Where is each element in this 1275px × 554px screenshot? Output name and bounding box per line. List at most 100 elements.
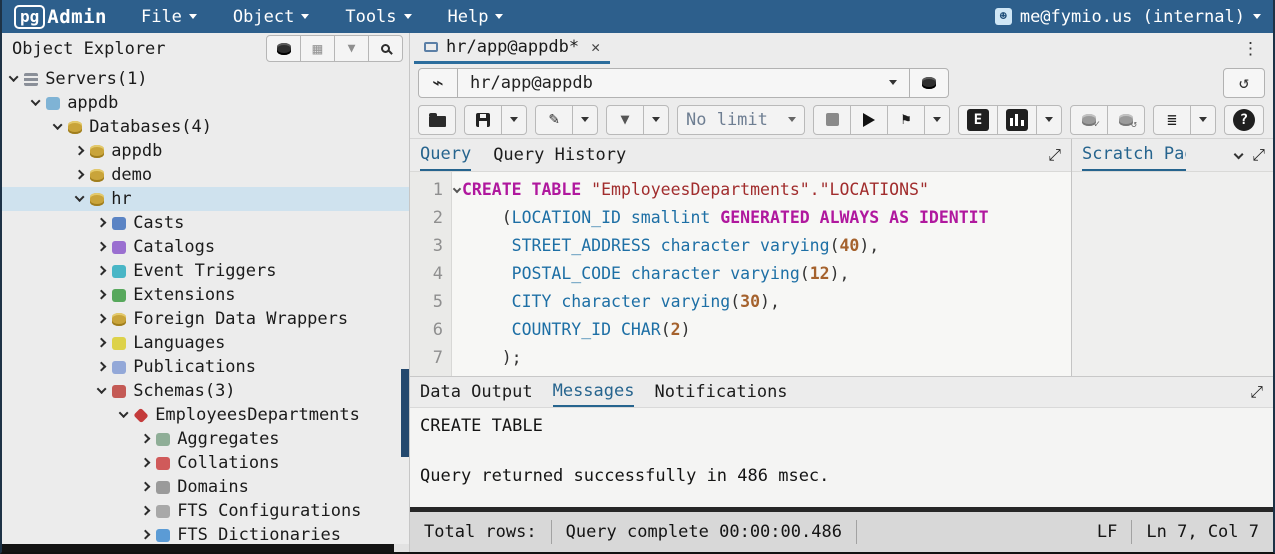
expand-caret-icon[interactable] (97, 290, 107, 300)
search-objects-button[interactable] (368, 35, 403, 62)
tree-item-employeesdepartments[interactable]: EmployeesDepartments (2, 403, 409, 427)
tree-item-hr[interactable]: hr (2, 187, 409, 211)
query-tool-tab[interactable]: hr/app@appdb* ✕ (414, 33, 610, 64)
tab-data-output[interactable]: Data Output (420, 377, 533, 407)
expand-caret-icon[interactable] (97, 362, 107, 372)
chevron-down-icon[interactable] (1234, 150, 1244, 160)
tree-horizontal-scrollbar[interactable] (2, 544, 409, 552)
open-file-button[interactable] (418, 105, 456, 135)
execute-dropdown-button[interactable] (924, 105, 950, 135)
filter-options-button[interactable] (643, 105, 669, 135)
expand-caret-icon[interactable] (141, 482, 151, 492)
execute-options-button[interactable]: ⚑ (887, 105, 925, 135)
connect-server-button[interactable] (266, 35, 301, 62)
tab-notifications[interactable]: Notifications (654, 377, 787, 407)
view-data-button[interactable]: ▦ (300, 35, 335, 62)
expand-icon[interactable]: ⤢ (1048, 145, 1061, 165)
tree-item-servers-1-[interactable]: Servers(1) (2, 67, 409, 91)
expand-caret-icon[interactable] (97, 266, 107, 276)
tree-item-demo[interactable]: demo (2, 163, 409, 187)
collapse-caret-icon[interactable] (75, 193, 85, 203)
execute-button[interactable] (850, 105, 888, 135)
explain-button[interactable]: E (958, 105, 998, 135)
tab-query[interactable]: Query (420, 139, 471, 171)
catalogs-icon (112, 241, 126, 254)
more-options-icon[interactable]: ⋮ (1242, 39, 1259, 59)
tree-item-fts-configurations[interactable]: FTS Configurations (2, 499, 409, 523)
tree-item-domains[interactable]: Domains (2, 475, 409, 499)
help-button[interactable]: ? (1224, 105, 1264, 135)
collapse-caret-icon[interactable] (97, 385, 107, 395)
event-triggers-icon (112, 265, 126, 278)
expand-caret-icon[interactable] (141, 530, 151, 540)
expand-caret-icon[interactable] (75, 146, 85, 156)
scratch-pad-tab[interactable]: Scratch Pad (1082, 139, 1186, 171)
menu-tools[interactable]: Tools (345, 7, 411, 27)
commit-button[interactable]: ✓ (1070, 105, 1108, 135)
tree-item-extensions[interactable]: Extensions (2, 283, 409, 307)
tree-horizontal-scrollbar-thumb[interactable] (2, 544, 394, 552)
tree-vertical-scrollbar[interactable] (401, 369, 409, 457)
refresh-connection-button[interactable]: ↺ (1223, 68, 1265, 98)
new-connection-button[interactable] (909, 68, 949, 98)
explain-analyze-button[interactable] (997, 105, 1037, 135)
explain-options-button[interactable] (1036, 105, 1062, 135)
expand-caret-icon[interactable] (97, 218, 107, 228)
menu-object[interactable]: Object (233, 7, 309, 27)
row-limit-select[interactable]: No limit (677, 105, 805, 135)
save-options-button[interactable] (501, 105, 527, 135)
expand-icon[interactable]: ⤢ (1250, 382, 1263, 402)
tree-item-label: Servers(1) (45, 69, 147, 89)
expand-caret-icon[interactable] (97, 242, 107, 252)
save-file-button[interactable] (464, 105, 502, 135)
tree-item-aggregates[interactable]: Aggregates (2, 427, 409, 451)
expand-caret-icon[interactable] (141, 458, 151, 468)
tree-item-languages[interactable]: Languages (2, 331, 409, 355)
scratch-pad-editor[interactable] (1072, 171, 1273, 376)
tree-item-foreign-data-wrappers[interactable]: Foreign Data Wrappers (2, 307, 409, 331)
tree-item-schemas-3-[interactable]: Schemas(3) (2, 379, 409, 403)
collapse-caret-icon[interactable] (9, 73, 19, 83)
close-tab-icon[interactable]: ✕ (591, 38, 600, 56)
user-menu[interactable]: ☻ me@fymio.us (internal) (995, 7, 1261, 27)
collapse-caret-icon[interactable] (31, 97, 41, 107)
macros-options-button[interactable] (1190, 105, 1216, 135)
tree-item-catalogs[interactable]: Catalogs (2, 235, 409, 259)
expand-caret-icon[interactable] (97, 314, 107, 324)
edit-options-button[interactable] (572, 105, 598, 135)
menu-file[interactable]: File (141, 7, 197, 27)
collapse-caret-icon[interactable] (119, 409, 129, 419)
tab-messages[interactable]: Messages (553, 377, 635, 407)
expand-caret-icon[interactable] (75, 170, 85, 180)
expand-caret-icon[interactable] (97, 338, 107, 348)
connection-status-button[interactable]: ⌁ (418, 68, 458, 98)
sql-editor[interactable]: 1234567 CREATE TABLE "EmployeesDepartmen… (410, 171, 1071, 376)
tab-query-history[interactable]: Query History (493, 139, 626, 171)
tree-item-publications[interactable]: Publications (2, 355, 409, 379)
macros-button[interactable]: ≣ (1153, 105, 1191, 135)
edit-button[interactable]: ✎ (535, 105, 573, 135)
tree-item-label: Publications (133, 357, 256, 377)
code-line: STREET_ADDRESS character varying(40), (462, 232, 1071, 260)
menu-help[interactable]: Help (448, 7, 504, 27)
collapse-caret-icon[interactable] (53, 121, 63, 131)
expand-caret-icon[interactable] (141, 506, 151, 516)
filter-data-button[interactable]: ▼ (334, 35, 369, 62)
filter-button[interactable]: ▼ (606, 105, 644, 135)
tree-item-appdb[interactable]: appdb (2, 91, 409, 115)
tree-item-appdb[interactable]: appdb (2, 139, 409, 163)
message-line: Query returned successfully in 486 msec. (420, 464, 1273, 489)
tree-item-fts-dictionaries[interactable]: FTS Dictionaries (2, 523, 409, 544)
tree-item-databases-4-[interactable]: Databases(4) (2, 115, 409, 139)
tree-item-event-triggers[interactable]: Event Triggers (2, 259, 409, 283)
connection-selector[interactable]: hr/app@appdb (458, 68, 910, 98)
expand-icon[interactable]: ⤢ (1252, 145, 1265, 165)
stop-button[interactable] (813, 105, 851, 135)
sql-code[interactable]: CREATE TABLE "EmployeesDepartments"."LOC… (452, 172, 1071, 376)
tree-item-casts[interactable]: Casts (2, 211, 409, 235)
database-icon (90, 145, 104, 158)
line-number: 4 (410, 260, 451, 288)
expand-caret-icon[interactable] (141, 434, 151, 444)
tree-item-collations[interactable]: Collations (2, 451, 409, 475)
rollback-button[interactable]: ↺ (1107, 105, 1145, 135)
